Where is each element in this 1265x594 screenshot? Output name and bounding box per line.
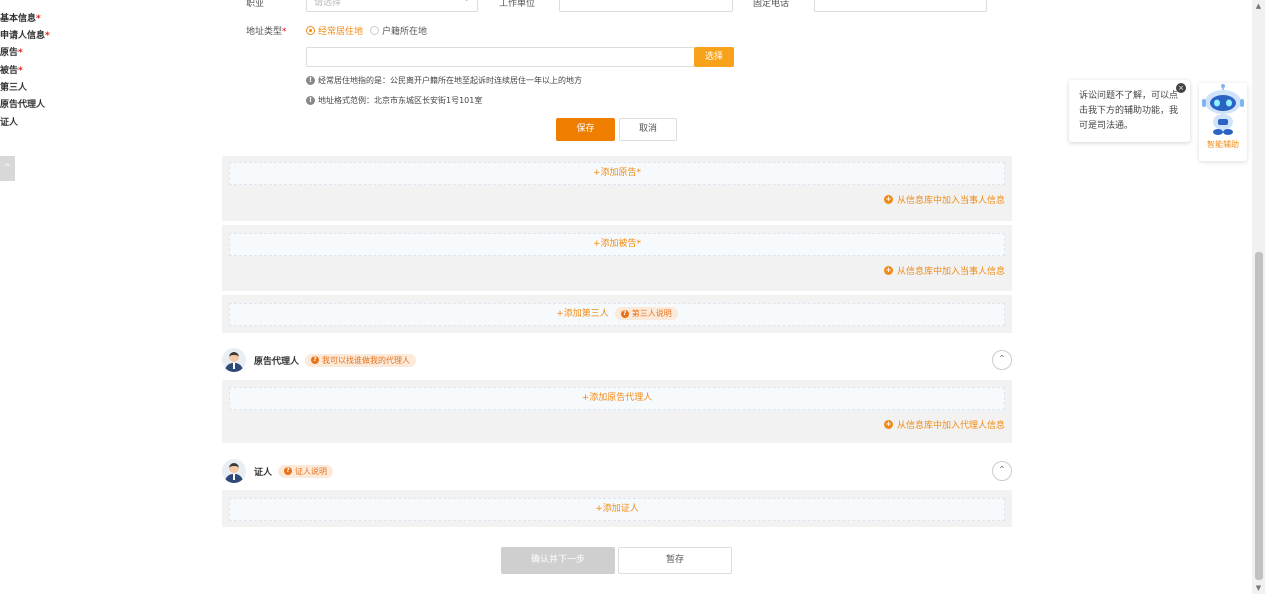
scrollbar-thumb[interactable] xyxy=(1255,252,1263,580)
witness-help-pill[interactable]: ? 证人说明 xyxy=(278,464,334,478)
add-plaintiff-button[interactable]: +添加原告* xyxy=(229,162,1005,185)
question-icon: ? xyxy=(284,467,293,475)
add-third-party-button[interactable]: +添加第三人? 第三人说明 xyxy=(229,303,1005,326)
assistant-label: 智能辅助 xyxy=(1207,140,1239,149)
avatar xyxy=(222,459,246,483)
nav-item-plaintiff[interactable]: 原告* xyxy=(0,45,23,58)
save-draft-button[interactable]: 暂存 xyxy=(618,547,732,574)
nav-label: 证人 xyxy=(0,118,19,128)
chevron-down-icon: ⌄ xyxy=(463,0,470,3)
plaintiff-from-library-link[interactable]: + 从信息库中加入当事人信息 xyxy=(883,193,1005,206)
scroll-down-icon[interactable]: ▼ xyxy=(1252,582,1265,594)
assistant-robot-button[interactable]: 智能辅助 xyxy=(1199,83,1247,161)
witness-header: 证人 ? 证人说明 ⌃ xyxy=(222,457,1012,485)
employer-input[interactable] xyxy=(559,0,733,12)
add-circle-icon: + xyxy=(883,266,893,275)
info-text: 经常居住地指的是：公民离开户籍所在地至起诉时连续居住一年以上的地方 xyxy=(318,76,582,85)
plaintiff-agent-help-pill[interactable]: ? 我可以找谁做我的代理人 xyxy=(305,353,417,367)
nav-label: 基本信息 xyxy=(0,14,37,24)
collapse-chevron-up-icon[interactable]: ⌃ xyxy=(992,350,1012,370)
scroll-up-icon[interactable]: ▲ xyxy=(1252,0,1265,12)
radio-label: 经常居住地 xyxy=(318,27,364,37)
nav-item-basic-info[interactable]: 基本信息* xyxy=(0,11,41,24)
cancel-button[interactable]: 取消 xyxy=(619,118,677,141)
phone-label: 固定电话 xyxy=(753,0,790,9)
address-type-label: 地址类型* xyxy=(246,27,287,37)
nav-item-defendant[interactable]: 被告* xyxy=(0,63,23,76)
info-habitual-residence: ! 经常居住地指的是：公民离开户籍所在地至起诉时连续居住一年以上的地方 xyxy=(306,75,582,86)
add-circle-icon: + xyxy=(883,420,893,429)
nav-item-witness[interactable]: 证人 xyxy=(0,115,18,128)
address-input[interactable] xyxy=(306,47,695,67)
info-icon: ! xyxy=(306,76,315,85)
question-icon: ? xyxy=(311,356,320,364)
third-party-help-pill[interactable]: ? 第三人说明 xyxy=(614,307,678,320)
agent-from-library-link[interactable]: + 从信息库中加入代理人信息 xyxy=(883,418,1005,431)
add-defendant-button[interactable]: +添加被告* xyxy=(229,233,1005,256)
radio-checked-icon xyxy=(306,26,315,35)
nav-label: 原告 xyxy=(0,48,19,58)
collapse-chevron-up-icon[interactable]: ⌃ xyxy=(992,461,1012,481)
add-plaintiff-agent-button[interactable]: +添加原告代理人 xyxy=(229,387,1005,410)
robot-icon xyxy=(1202,84,1244,135)
phone-input[interactable] xyxy=(814,0,987,12)
info-icon: ! xyxy=(306,96,315,105)
radio-label: 户籍所在地 xyxy=(382,27,428,37)
occupation-label: 职业 xyxy=(246,0,265,9)
nav-label: 被告 xyxy=(0,66,19,76)
nav-item-applicant-info[interactable]: 申请人信息* xyxy=(0,28,50,41)
nav-label: 原告代理人 xyxy=(0,100,46,110)
section-title: 原告代理人 xyxy=(254,356,300,367)
required-mark: * xyxy=(18,48,23,58)
assistant-bubble: 诉讼问题不了解，可以点击我下方的辅助功能，我可是司法通。 xyxy=(1069,80,1190,142)
address-select-button[interactable]: 选择 xyxy=(694,47,734,67)
info-address-format: ! 地址格式范例：北京市东城区长安街1号101室 xyxy=(306,95,482,106)
confirm-next-button[interactable]: 确认并下一步 xyxy=(501,547,615,574)
occupation-select[interactable]: 请选择 ⌄ xyxy=(306,0,478,12)
add-circle-icon: + xyxy=(883,195,893,204)
question-icon: ? xyxy=(620,309,629,318)
nav-label: 申请人信息 xyxy=(0,31,46,41)
required-mark: * xyxy=(18,66,23,76)
close-icon[interactable]: × xyxy=(1176,83,1186,93)
employer-label: 工作单位 xyxy=(499,0,536,9)
nav-label: 第三人 xyxy=(0,83,28,93)
required-mark: * xyxy=(36,14,41,24)
required-mark: * xyxy=(45,31,50,41)
radio-household-registration[interactable]: 户籍所在地 xyxy=(370,24,427,37)
nav-item-third-party[interactable]: 第三人 xyxy=(0,80,27,93)
radio-unchecked-icon xyxy=(370,26,379,35)
save-button[interactable]: 保存 xyxy=(556,118,615,141)
back-to-top-button[interactable]: ^ xyxy=(0,156,15,181)
plaintiff-agent-header: 原告代理人 ? 我可以找谁做我的代理人 ⌃ xyxy=(222,346,1012,374)
nav-item-plaintiff-agent[interactable]: 原告代理人 xyxy=(0,97,45,110)
avatar xyxy=(222,348,246,372)
add-witness-button[interactable]: +添加证人 xyxy=(229,498,1005,521)
occupation-placeholder: 请选择 xyxy=(314,0,342,8)
radio-habitual-residence[interactable]: 经常居住地 xyxy=(306,24,363,37)
defendant-from-library-link[interactable]: + 从信息库中加入当事人信息 xyxy=(883,264,1005,277)
info-text: 地址格式范例：北京市东城区长安街1号101室 xyxy=(318,96,483,105)
section-title: 证人 xyxy=(254,467,273,478)
